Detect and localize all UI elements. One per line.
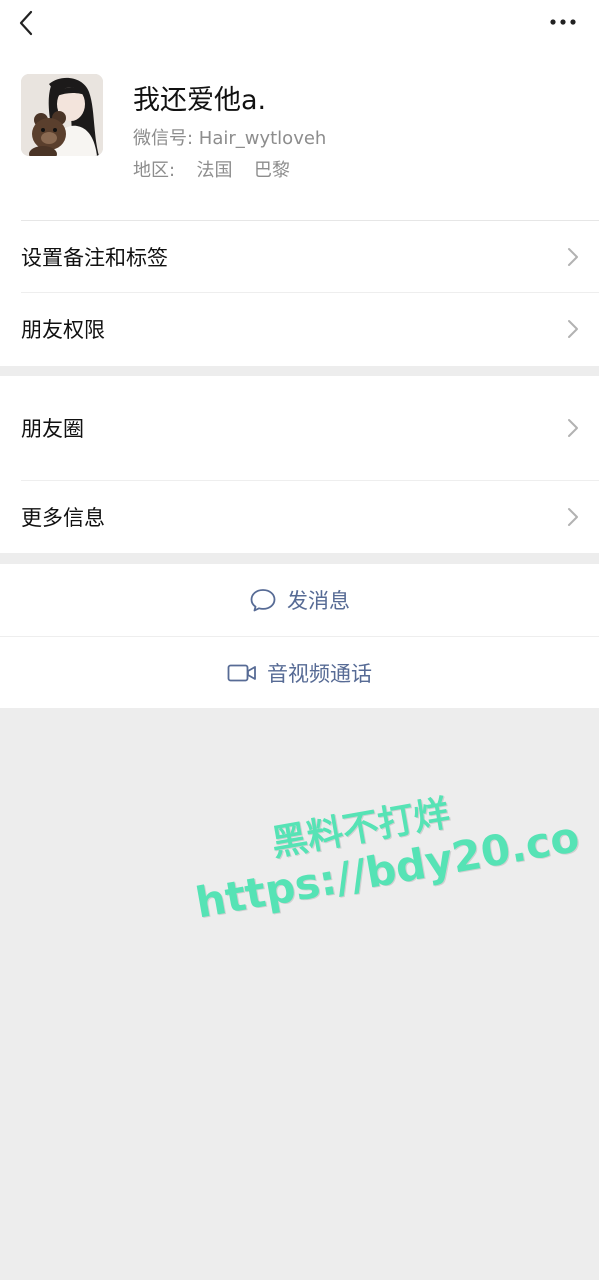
avatar[interactable]	[21, 74, 103, 156]
region: 地区: 法国 巴黎	[133, 156, 290, 182]
menu-item-moments[interactable]: 朋友圈	[0, 376, 599, 480]
chevron-right-icon	[568, 419, 578, 437]
send-message-button[interactable]: 发消息	[0, 564, 599, 636]
profile-section: 我还爱他a. 微信号: Hair_wytloveh 地区: 法国 巴黎 设置备注…	[0, 0, 599, 366]
more-dots-icon	[550, 19, 576, 25]
menu-item-label: 设置备注和标签	[21, 246, 168, 270]
back-button[interactable]	[12, 8, 40, 38]
send-message-label: 发消息	[287, 589, 350, 613]
video-camera-icon	[227, 664, 256, 682]
chevron-right-icon	[568, 248, 578, 266]
menu-item-friend-permissions[interactable]: 朋友权限	[0, 293, 599, 365]
avatar-image	[21, 74, 103, 156]
menu-item-label: 朋友圈	[21, 417, 84, 441]
moments-section: 朋友圈 更多信息	[0, 376, 599, 553]
chevron-right-icon	[568, 508, 578, 526]
wechat-id: 微信号: Hair_wytloveh	[133, 128, 327, 149]
region-city: 巴黎	[254, 160, 291, 181]
av-call-label: 音视频通话	[267, 662, 372, 686]
av-call-button[interactable]: 音视频通话	[0, 637, 599, 709]
chevron-right-icon	[568, 320, 578, 338]
watermark: 黑料不打烊 https://bdy20.co	[185, 771, 595, 929]
menu-item-more-info[interactable]: 更多信息	[0, 481, 599, 553]
menu-item-label: 更多信息	[21, 506, 105, 530]
chevron-left-icon	[19, 10, 33, 36]
profile-name: 我还爱他a.	[133, 85, 267, 116]
menu-item-remarks-tags[interactable]: 设置备注和标签	[0, 221, 599, 293]
chat-bubble-icon	[250, 589, 276, 612]
menu-item-label: 朋友权限	[21, 318, 105, 342]
actions-section: 发消息 音视频通话	[0, 564, 599, 708]
more-button[interactable]	[547, 10, 579, 34]
region-label: 地区:	[133, 160, 176, 181]
region-country: 法国	[196, 160, 233, 181]
